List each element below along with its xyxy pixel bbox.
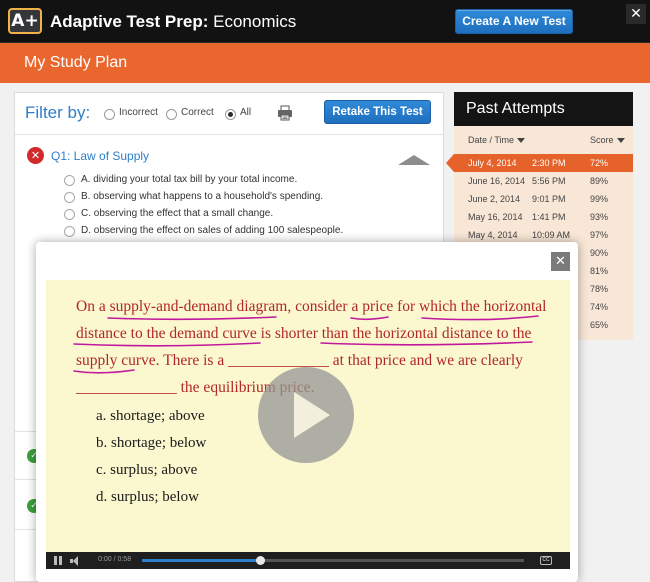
option-radio[interactable] — [64, 175, 75, 186]
filter-label: Filter by: — [25, 103, 91, 122]
page-title: My Study Plan — [24, 54, 128, 71]
attempt-date: May 16, 2014 — [468, 212, 523, 222]
retake-test-button[interactable]: Retake This Test — [324, 100, 431, 124]
divider — [15, 134, 443, 135]
sort-caret-icon — [616, 138, 625, 144]
attempt-score: 81% — [590, 266, 609, 276]
option-label: C. observing the effect that a small cha… — [81, 208, 274, 219]
app-title-subject: Economics — [208, 12, 297, 31]
play-icon[interactable] — [258, 367, 354, 463]
attempt-date: July 4, 2014 — [468, 158, 517, 168]
incorrect-icon: ✕ — [27, 147, 44, 164]
filter-correct-radio[interactable] — [166, 109, 177, 120]
filter-incorrect-radio[interactable] — [104, 109, 115, 120]
attempt-time: 2:30 PM — [532, 158, 566, 168]
attempt-row[interactable]: July 4, 2014 2:30 PM 72% — [454, 154, 633, 172]
selected-row-arrow-icon — [446, 154, 454, 172]
attempt-score: 72% — [590, 158, 609, 168]
attempt-date: May 4, 2014 — [468, 230, 518, 240]
option-radio[interactable] — [64, 209, 75, 220]
closed-captions-icon[interactable]: CC — [540, 556, 552, 565]
attempt-time: 10:09 AM — [532, 230, 571, 240]
attempt-score: 74% — [590, 302, 609, 312]
answer-choice: d. surplus; below — [96, 489, 199, 505]
date-column-label: Date / Time — [468, 135, 515, 145]
date-column-header[interactable]: Date / Time — [468, 135, 526, 145]
attempt-row[interactable]: May 16, 2014 1:41 PM 93% — [454, 208, 633, 226]
filter-all-label: All — [240, 107, 252, 118]
attempt-score: 78% — [590, 284, 609, 294]
pause-icon[interactable] — [54, 556, 62, 565]
question-title[interactable]: Q1: Law of Supply — [51, 149, 149, 163]
attempt-time: 5:56 PM — [532, 176, 566, 186]
sort-caret-icon — [517, 138, 526, 144]
answer-choice: a. shortage; above — [96, 408, 205, 424]
close-icon[interactable]: ✕ — [551, 252, 570, 271]
attempt-score: 65% — [590, 320, 609, 330]
progress-handle[interactable] — [256, 556, 266, 565]
progress-bar[interactable] — [142, 556, 524, 565]
app-title: Adaptive Test Prep: Economics — [50, 12, 296, 32]
option-label: A. dividing your total tax bill by your … — [81, 174, 298, 185]
time-display: 0:00 / 0:58 — [98, 556, 132, 563]
attempt-score: 99% — [590, 194, 609, 204]
attempt-score: 97% — [590, 230, 609, 240]
attempt-date: June 2, 2014 — [468, 194, 521, 204]
app-logo: A+ — [8, 8, 42, 34]
score-column-label: Score — [590, 135, 614, 145]
past-attempts-title: Past Attempts — [454, 92, 633, 126]
study-plan-bar: My Study Plan — [0, 43, 650, 83]
app-title-bold: Adaptive Test Prep: — [50, 12, 209, 31]
filter-incorrect-label: Incorrect — [119, 107, 158, 118]
option-radio[interactable] — [64, 226, 75, 237]
answer-choice: c. surplus; above — [96, 462, 198, 478]
attempt-score: 89% — [590, 176, 609, 186]
filter-correct-label: Correct — [181, 107, 214, 118]
volume-icon[interactable] — [70, 556, 80, 566]
create-new-test-button[interactable]: Create A New Test — [455, 9, 573, 34]
close-icon[interactable]: ✕ — [626, 4, 646, 24]
score-column-header[interactable]: Score — [590, 135, 625, 145]
attempt-time: 9:01 PM — [532, 194, 566, 204]
option-radio[interactable] — [64, 192, 75, 203]
video-controls: 0:00 / 0:58 CC — [46, 552, 570, 569]
progress-fill — [142, 559, 261, 562]
attempt-row[interactable]: June 2, 2014 9:01 PM 99% — [454, 190, 633, 208]
collapse-arrow-icon[interactable] — [398, 155, 430, 165]
attempt-score: 90% — [590, 248, 609, 258]
print-icon[interactable] — [277, 105, 293, 121]
filter-all-radio[interactable] — [225, 109, 236, 120]
video-player[interactable]: On a supply-and-demand diagram, consider… — [46, 280, 570, 552]
video-modal: ✕ On a supply-and-demand diagram, consid… — [36, 242, 578, 582]
option-label: B. observing what happens to a household… — [81, 191, 324, 202]
option-label: D. observing the effect on sales of addi… — [81, 225, 344, 236]
answer-choice: b. shortage; below — [96, 435, 207, 451]
attempt-score: 93% — [590, 212, 609, 222]
attempt-date: June 16, 2014 — [468, 176, 526, 186]
attempt-time: 1:41 PM — [532, 212, 566, 222]
app-header: A+ Adaptive Test Prep: Economics Create … — [0, 0, 650, 43]
attempt-row[interactable]: June 16, 2014 5:56 PM 89% — [454, 172, 633, 190]
